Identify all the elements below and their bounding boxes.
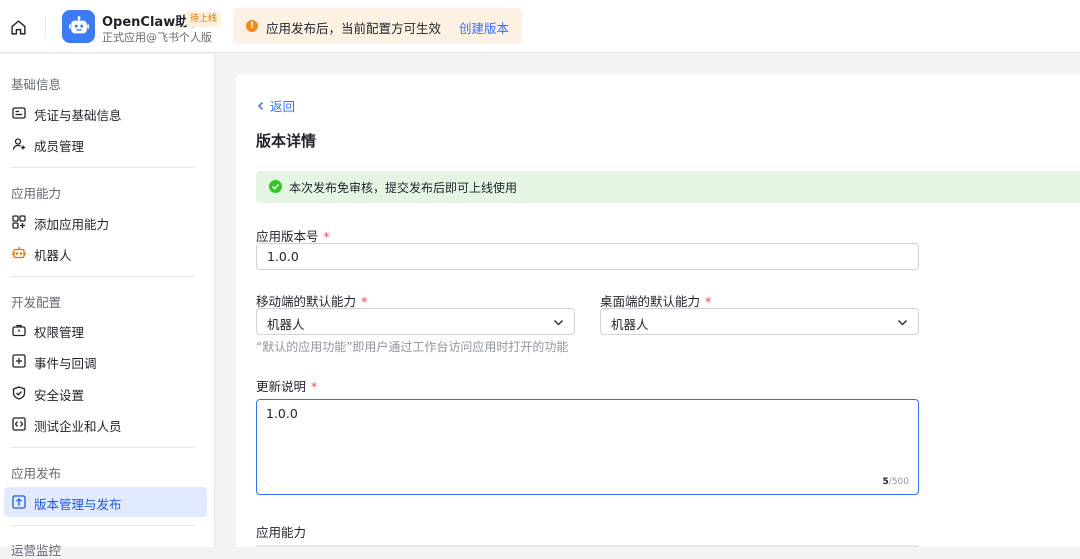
sidebar-item-security[interactable]: 安全设置	[4, 378, 207, 408]
version-detail-card: 返回 版本详情 本次发布免审核，提交发布后即可上线使用 应用版本号 * 1.0.0…	[236, 74, 1080, 547]
sidebar-item-label: 成员管理	[34, 139, 85, 154]
chevron-down-icon	[898, 320, 907, 326]
section-title: 应用发布	[11, 466, 62, 481]
briefcase-icon	[12, 323, 26, 337]
sidebar-item-events[interactable]: 事件与回调	[4, 346, 207, 376]
divider	[11, 276, 195, 277]
char-count-max: /500	[888, 477, 909, 487]
required-mark: *	[323, 229, 330, 244]
char-counter: 5/500	[883, 477, 909, 487]
sidebar-item-credentials[interactable]: 凭证与基础信息	[4, 98, 207, 128]
create-version-link[interactable]: 创建版本	[459, 18, 509, 37]
home-icon[interactable]	[8, 17, 28, 37]
user-add-icon	[12, 137, 26, 151]
capability-label: 应用能力	[256, 525, 307, 540]
sidebar-item-label: 权限管理	[34, 325, 85, 340]
sidebar-item-label: 版本管理与发布	[34, 497, 122, 512]
publish-notice: ! 应用发布后，当前配置方可生效 创建版本	[233, 8, 522, 44]
update-label-text: 更新说明	[256, 379, 307, 394]
divider	[45, 17, 46, 37]
sidebar-item-members[interactable]: 成员管理	[4, 129, 207, 159]
sidebar-item-label: 凭证与基础信息	[34, 108, 122, 123]
mobile-select-value: 机器人	[267, 317, 305, 332]
divider	[11, 447, 195, 448]
required-mark: *	[361, 294, 368, 309]
check-circle-icon	[269, 180, 282, 193]
sidebar-item-robot[interactable]: 机器人	[4, 238, 207, 268]
version-label-text: 应用版本号	[256, 229, 319, 244]
success-text: 本次发布免审核，提交发布后即可上线使用	[289, 181, 518, 195]
upload-icon	[12, 495, 26, 509]
divider	[11, 525, 195, 526]
status-badge: 待上线	[186, 11, 222, 27]
version-input[interactable]: 1.0.0	[256, 243, 919, 270]
section-title: 开发配置	[11, 295, 62, 310]
success-banner: 本次发布免审核，提交发布后即可上线使用	[256, 171, 1080, 203]
id-card-icon	[12, 106, 26, 120]
warning-icon: !	[246, 20, 258, 32]
mobile-default-select[interactable]: 机器人	[256, 308, 575, 335]
chevron-down-icon	[554, 320, 563, 326]
sidebar-item-label: 机器人	[34, 248, 72, 263]
update-notes-value: 1.0.0	[266, 406, 298, 421]
notice-text: 应用发布后，当前配置方可生效	[266, 21, 442, 36]
sidebar-item-permissions[interactable]: 权限管理	[4, 315, 207, 345]
desktop-select-value: 机器人	[611, 317, 649, 332]
back-label: 返回	[270, 99, 296, 114]
mobile-label-text: 移动端的默认能力	[256, 294, 357, 309]
sidebar: 基础信息 凭证与基础信息 成员管理 应用能力 添加应用能力 机器人 开发配置 权…	[0, 54, 215, 558]
required-mark: *	[311, 379, 318, 394]
code-box-icon	[12, 417, 26, 431]
section-title: 基础信息	[11, 77, 62, 92]
required-mark: *	[705, 294, 712, 309]
apps-add-icon	[12, 215, 26, 229]
desktop-label-text: 桌面端的默认能力	[600, 294, 701, 309]
robot-icon	[68, 15, 89, 33]
sidebar-item-add-capability[interactable]: 添加应用能力	[4, 207, 207, 237]
chevron-left-icon	[257, 101, 264, 110]
divider	[11, 167, 195, 168]
sidebar-item-label: 安全设置	[34, 388, 85, 403]
back-link[interactable]: 返回	[256, 96, 295, 115]
desktop-default-select[interactable]: 机器人	[600, 308, 919, 335]
section-title: 应用能力	[11, 186, 62, 201]
sidebar-item-version-release[interactable]: 版本管理与发布	[4, 487, 207, 517]
sidebar-item-label: 添加应用能力	[34, 217, 110, 232]
sidebar-item-label: 事件与回调	[34, 356, 97, 371]
event-add-icon	[12, 354, 26, 368]
shield-icon	[12, 386, 26, 400]
update-notes-label: 更新说明 *	[256, 376, 317, 395]
section-title: 运营监控	[11, 543, 62, 558]
default-capability-hint: “默认的应用功能”即用户通过工作台访问应用时打开的功能	[256, 340, 569, 354]
sidebar-item-test-org[interactable]: 测试企业和人员	[4, 409, 207, 439]
robot-icon	[12, 246, 26, 260]
page-title: 版本详情	[256, 132, 317, 150]
app-avatar	[62, 10, 95, 43]
version-value: 1.0.0	[267, 249, 299, 264]
update-notes-textarea[interactable]: 1.0.0 5/500	[256, 399, 919, 495]
sidebar-item-label: 测试企业和人员	[34, 419, 122, 434]
top-bar: OpenClaw助手 待上线 正式应用@飞书个人版 ! 应用发布后，当前配置方可…	[0, 0, 1080, 53]
app-subtitle: 正式应用@飞书个人版	[102, 31, 212, 44]
